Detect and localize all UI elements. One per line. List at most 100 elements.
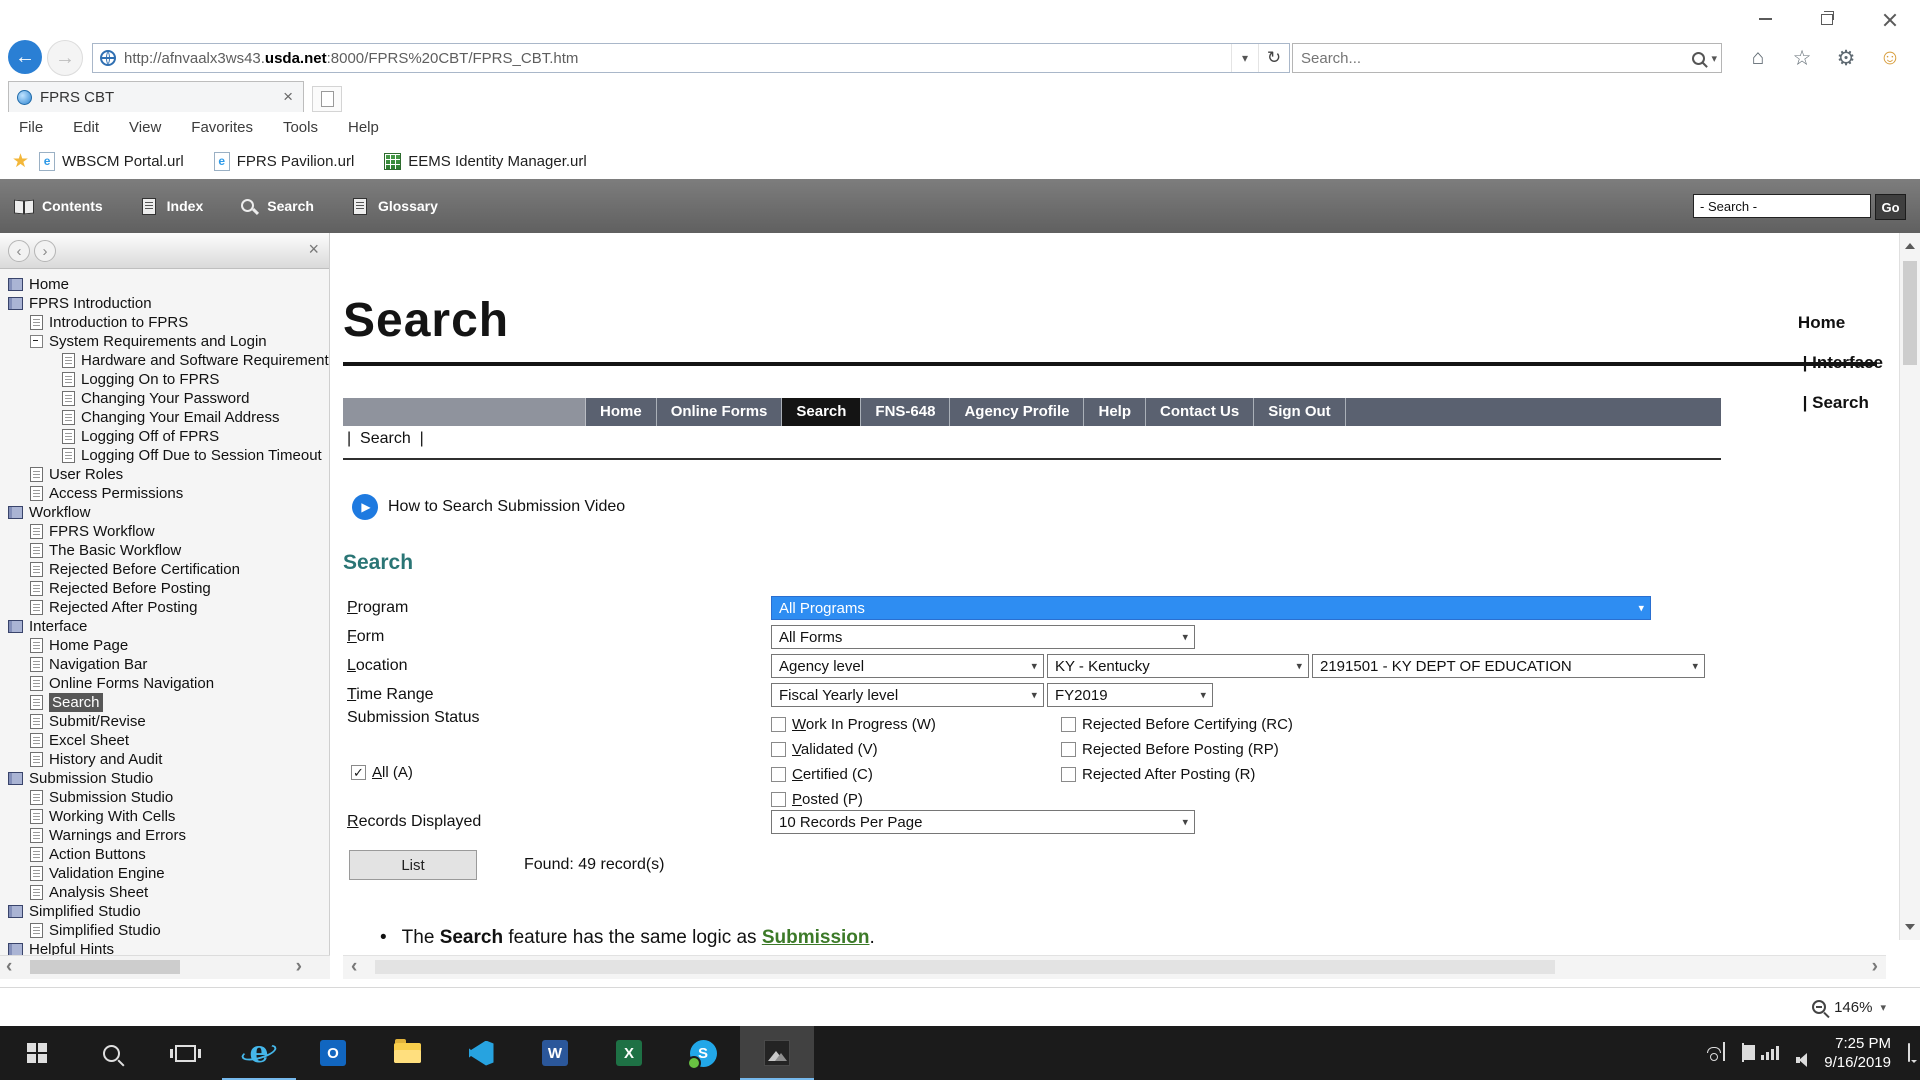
- toc-item[interactable]: FPRS Workflow: [0, 522, 329, 541]
- toc-item[interactable]: Search: [0, 693, 329, 712]
- nav-tab[interactable]: Contact Us: [1146, 398, 1254, 426]
- feedback-button[interactable]: ☺: [1868, 46, 1912, 70]
- scroll-left-icon[interactable]: ‹: [6, 956, 12, 978]
- scroll-down-button[interactable]: [1900, 914, 1920, 940]
- scrollbar-thumb[interactable]: [1903, 261, 1917, 365]
- settings-button[interactable]: ⚙: [1824, 46, 1868, 71]
- close-button[interactable]: [1858, 0, 1920, 38]
- taskbar-app-word[interactable]: W: [518, 1026, 592, 1080]
- nav-tab[interactable]: FNS-648: [861, 398, 950, 426]
- menu-item[interactable]: Edit: [58, 119, 114, 136]
- toc-item[interactable]: Rejected Before Certification: [0, 560, 329, 579]
- taskbar-app-internet-explorer[interactable]: e: [222, 1026, 296, 1080]
- toc-item[interactable]: User Roles: [0, 465, 329, 484]
- main-horizontal-scrollbar[interactable]: ‹ ›: [343, 955, 1886, 979]
- menu-item[interactable]: View: [114, 119, 176, 136]
- nav-tab[interactable]: Sign Out: [1254, 398, 1346, 426]
- zoom-caret-icon[interactable]: ▾: [1880, 1001, 1886, 1014]
- toc-item[interactable]: Online Forms Navigation: [0, 674, 329, 693]
- menu-item[interactable]: Help: [333, 119, 394, 136]
- toc-item[interactable]: Logging Off of FPRS: [0, 427, 329, 446]
- toc-item[interactable]: Excel Sheet: [0, 731, 329, 750]
- form-select[interactable]: All Forms ▾: [771, 625, 1195, 649]
- records-per-page-select[interactable]: 10 Records Per Page ▾: [771, 810, 1195, 834]
- add-favorite-button[interactable]: ★: [12, 150, 29, 173]
- favorites-bar-item[interactable]: WBSCM Portal.url: [39, 152, 184, 171]
- home-button[interactable]: ⌂: [1736, 46, 1780, 70]
- toc-item[interactable]: FPRS Introduction: [0, 294, 329, 313]
- toc-item[interactable]: Rejected Before Posting: [0, 579, 329, 598]
- taskbar-app-outlook[interactable]: O: [296, 1026, 370, 1080]
- forward-button[interactable]: →: [47, 40, 83, 76]
- scroll-right-icon[interactable]: ›: [296, 956, 302, 978]
- address-dropdown-button[interactable]: ▾: [1231, 44, 1258, 72]
- toc-item[interactable]: Workflow: [0, 503, 329, 522]
- toc-item[interactable]: History and Audit: [0, 750, 329, 769]
- breadcrumb-link[interactable]: Home: [1798, 313, 1845, 332]
- nav-tab[interactable]: Agency Profile: [950, 398, 1084, 426]
- toc-item[interactable]: Rejected After Posting: [0, 598, 329, 617]
- status-checkbox[interactable]: Rejected After Posting (R): [1061, 762, 1481, 787]
- nav-tab[interactable]: Home: [586, 398, 657, 426]
- toc-item[interactable]: Simplified Studio: [0, 902, 329, 921]
- new-tab-button[interactable]: [312, 86, 342, 112]
- nav-tab[interactable]: Online Forms: [657, 398, 783, 426]
- toc-back-button[interactable]: ‹: [8, 240, 30, 262]
- toc-item[interactable]: Home Page: [0, 636, 329, 655]
- taskbar-app-skype[interactable]: S: [666, 1026, 740, 1080]
- status-checkbox[interactable]: Validated (V): [771, 737, 1061, 762]
- favorites-bar-item[interactable]: FPRS Pavilion.url: [214, 152, 355, 171]
- toc-item[interactable]: Working With Cells: [0, 807, 329, 826]
- taskbar-app-photos[interactable]: [740, 1026, 814, 1080]
- all-checkbox[interactable]: ✓ All (A): [351, 764, 413, 781]
- cbt-toolbar-button[interactable]: Glossary: [350, 198, 438, 214]
- scrollbar-thumb[interactable]: [375, 960, 1555, 974]
- toc-item[interactable]: System Requirements and Login: [0, 332, 329, 351]
- toc-item[interactable]: Submission Studio: [0, 769, 329, 788]
- program-select[interactable]: All Programs ▾: [771, 596, 1651, 620]
- refresh-button[interactable]: ↻: [1258, 44, 1289, 72]
- toc-item[interactable]: Access Permissions: [0, 484, 329, 503]
- toc-item[interactable]: Submission Studio: [0, 788, 329, 807]
- toc-item[interactable]: Introduction to FPRS: [0, 313, 329, 332]
- toc-item[interactable]: Logging Off Due to Session Timeout: [0, 446, 329, 465]
- zoom-control[interactable]: 146% ▾: [1812, 988, 1886, 1026]
- cbt-go-button[interactable]: Go: [1875, 194, 1906, 220]
- location-state-select[interactable]: KY - Kentucky ▾: [1047, 654, 1309, 678]
- toc-item[interactable]: Warnings and Errors: [0, 826, 329, 845]
- address-bar[interactable]: http://afnvaalx3ws43.usda.net:8000/FPRS%…: [92, 43, 1290, 73]
- back-button[interactable]: ←: [8, 40, 42, 74]
- action-center-button[interactable]: [1908, 1044, 1910, 1062]
- cbt-toolbar-button[interactable]: Index: [139, 198, 204, 214]
- favorites-bar-item[interactable]: EEMS Identity Manager.url: [384, 153, 586, 170]
- toc-item[interactable]: Analysis Sheet: [0, 883, 329, 902]
- status-checkbox[interactable]: Rejected Before Certifying (RC): [1061, 712, 1481, 737]
- toc-item[interactable]: Changing Your Password: [0, 389, 329, 408]
- status-checkbox[interactable]: Work In Progress (W): [771, 712, 1061, 737]
- play-icon[interactable]: ▶: [352, 494, 378, 520]
- toc-item[interactable]: Interface: [0, 617, 329, 636]
- toc-item[interactable]: Hardware and Software Requirements: [0, 351, 329, 370]
- toc-item[interactable]: Validation Engine: [0, 864, 329, 883]
- note-text[interactable]: Submission: [762, 927, 870, 948]
- scroll-up-button[interactable]: [1900, 233, 1920, 259]
- location-agency-select[interactable]: 2191501 - KY DEPT OF EDUCATION ▾: [1312, 654, 1705, 678]
- cbt-search-input[interactable]: [1693, 194, 1871, 218]
- show-hidden-icons-button[interactable]: [1723, 1044, 1725, 1062]
- location-level-select[interactable]: Agency level ▾: [771, 654, 1044, 678]
- start-button[interactable]: [0, 1026, 74, 1080]
- task-view-button[interactable]: [148, 1026, 222, 1080]
- search-caret-icon[interactable]: ▾: [1711, 52, 1717, 65]
- taskbar-search-button[interactable]: [74, 1026, 148, 1080]
- toc-item[interactable]: Navigation Bar: [0, 655, 329, 674]
- list-button[interactable]: List: [349, 850, 477, 880]
- restore-button[interactable]: [1796, 0, 1858, 38]
- network-button[interactable]: [1761, 1046, 1779, 1060]
- vertical-scrollbar[interactable]: [1899, 233, 1920, 940]
- browser-search-input[interactable]: [1293, 44, 1721, 72]
- toc-item[interactable]: Simplified Studio: [0, 921, 329, 940]
- scroll-left-icon[interactable]: ‹: [351, 956, 357, 978]
- favorites-button[interactable]: ☆: [1780, 46, 1824, 71]
- taskbar-app-vscode[interactable]: [444, 1026, 518, 1080]
- status-checkbox[interactable]: Posted (P): [771, 787, 1061, 812]
